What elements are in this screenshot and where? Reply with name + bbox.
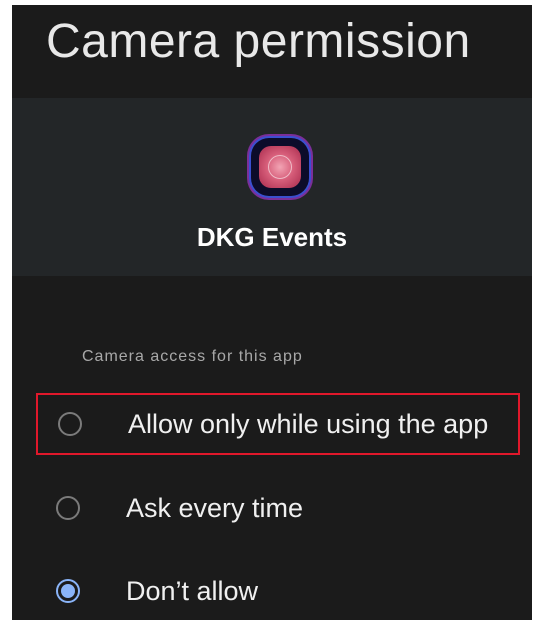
option-ask-every-time[interactable]: Ask every time: [36, 477, 520, 539]
permission-screen: Camera permission DKG Events Camera acce…: [12, 5, 532, 620]
radio-checked-icon[interactable]: [56, 579, 80, 603]
app-icon: [251, 138, 309, 196]
logo-ring-icon: [268, 155, 292, 179]
option-dont-allow[interactable]: Don’t allow: [36, 560, 520, 620]
radio-unchecked-icon[interactable]: [58, 412, 82, 436]
section-label: Camera access for this app: [82, 348, 303, 365]
option-label: Ask every time: [126, 493, 304, 523]
radio-unchecked-icon[interactable]: [56, 496, 80, 520]
option-label: Allow only while using the app: [128, 409, 489, 439]
option-label: Don’t allow: [126, 576, 259, 606]
app-name: DKG Events: [196, 222, 348, 252]
page-title: Camera permission: [46, 15, 471, 68]
option-allow-while-using[interactable]: Allow only while using the app: [36, 393, 520, 455]
app-info-card: DKG Events: [12, 98, 532, 276]
dkg-events-logo-icon: [259, 146, 301, 188]
